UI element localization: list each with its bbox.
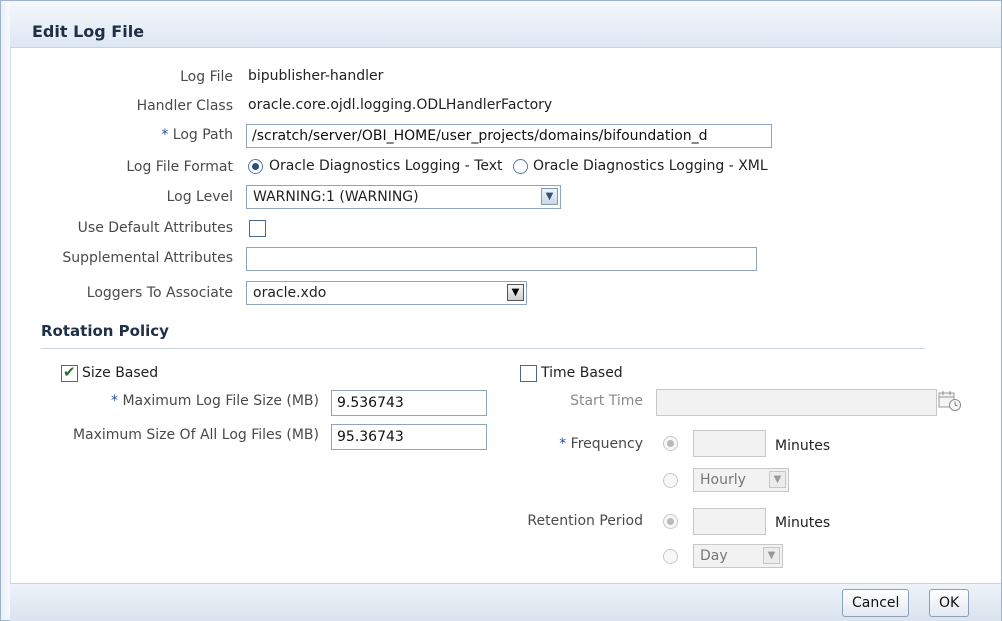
retention-minutes-unit: Minutes: [775, 515, 831, 531]
chevron-down-icon[interactable]: ▼: [541, 188, 558, 205]
time-based-label[interactable]: Time Based: [541, 365, 623, 381]
log-path-input[interactable]: [246, 124, 772, 148]
start-time-input[interactable]: [656, 389, 937, 416]
loggers-to-associate-select[interactable]: oracle.xdo ▼: [246, 281, 527, 305]
format-text-label[interactable]: Oracle Diagnostics Logging - Text: [269, 158, 503, 174]
section-divider: [41, 348, 925, 349]
max-log-file-size-label: * Maximum Log File Size (MB): [41, 393, 319, 409]
required-indicator: *: [161, 127, 169, 143]
max-size-all-files-label: Maximum Size Of All Log Files (MB): [72, 427, 319, 443]
retention-minutes-radio[interactable]: [663, 514, 678, 529]
frequency-minutes-radio[interactable]: [663, 436, 678, 451]
calendar-clock-icon[interactable]: [938, 390, 962, 412]
log-file-value: bipublisher-handler: [248, 68, 384, 84]
supplemental-attributes-label: Supplemental Attributes: [62, 250, 233, 266]
dialog-title: Edit Log File: [32, 22, 145, 41]
frequency-label: * Frequency: [521, 436, 643, 452]
time-based-checkbox[interactable]: [520, 365, 537, 382]
required-indicator: *: [110, 393, 118, 409]
frequency-interval-value: Hourly: [700, 472, 746, 488]
size-based-checkbox[interactable]: [61, 363, 78, 382]
ok-button[interactable]: OK: [929, 589, 970, 617]
loggers-to-associate-label: Loggers To Associate: [86, 285, 233, 301]
frequency-minutes-unit: Minutes: [775, 438, 831, 454]
log-path-label-text: Log Path: [172, 127, 233, 143]
chevron-down-icon[interactable]: ▼: [507, 284, 524, 301]
format-xml-radio[interactable]: [513, 159, 528, 174]
cancel-button[interactable]: Cancel: [842, 589, 910, 617]
retention-interval-value: Day: [700, 548, 728, 564]
log-file-label: Log File: [180, 69, 233, 85]
frequency-interval-radio[interactable]: [663, 473, 678, 488]
max-log-file-size-input[interactable]: [331, 390, 487, 416]
retention-interval-select[interactable]: Day ▼: [693, 544, 783, 568]
frequency-interval-select[interactable]: Hourly ▼: [693, 468, 789, 492]
log-path-label: * Log Path: [91, 127, 233, 143]
supplemental-attributes-input[interactable]: [246, 247, 757, 271]
frequency-label-text: Frequency: [570, 436, 643, 452]
retention-interval-radio[interactable]: [663, 549, 678, 564]
format-xml-label[interactable]: Oracle Diagnostics Logging - XML: [533, 158, 768, 174]
log-file-format-label: Log File Format: [126, 159, 233, 175]
retention-minutes-input[interactable]: [693, 508, 766, 535]
frequency-minutes-input[interactable]: [693, 430, 766, 457]
use-default-attributes-checkbox[interactable]: [249, 220, 266, 237]
size-based-label[interactable]: Size Based: [82, 365, 158, 381]
max-size-all-files-input[interactable]: [331, 424, 487, 450]
log-level-value: WARNING:1 (WARNING): [253, 189, 419, 205]
rotation-policy-heading: Rotation Policy: [41, 322, 169, 340]
dialog-footer: Cancel OK: [10, 583, 1001, 621]
handler-class-value: oracle.core.ojdl.logging.ODLHandlerFacto…: [248, 97, 553, 113]
required-indicator: *: [559, 436, 567, 452]
chevron-down-icon[interactable]: ▼: [769, 471, 786, 488]
format-text-radio[interactable]: [248, 159, 263, 174]
use-default-attributes-label: Use Default Attributes: [77, 220, 233, 236]
max-log-file-size-label-text: Maximum Log File Size (MB): [122, 393, 319, 409]
edit-log-file-dialog: Edit Log File Log File bipublisher-handl…: [0, 0, 1002, 621]
log-level-select[interactable]: WARNING:1 (WARNING) ▼: [246, 185, 561, 209]
start-time-label: Start Time: [570, 393, 643, 409]
retention-period-label: Retention Period: [527, 513, 643, 529]
chevron-down-icon[interactable]: ▼: [763, 547, 780, 564]
dialog-left-edge: [1, 1, 11, 620]
handler-class-label: Handler Class: [136, 98, 233, 114]
log-level-label: Log Level: [166, 189, 233, 205]
dialog-header: Edit Log File: [10, 1, 1001, 48]
loggers-value: oracle.xdo: [253, 285, 327, 301]
